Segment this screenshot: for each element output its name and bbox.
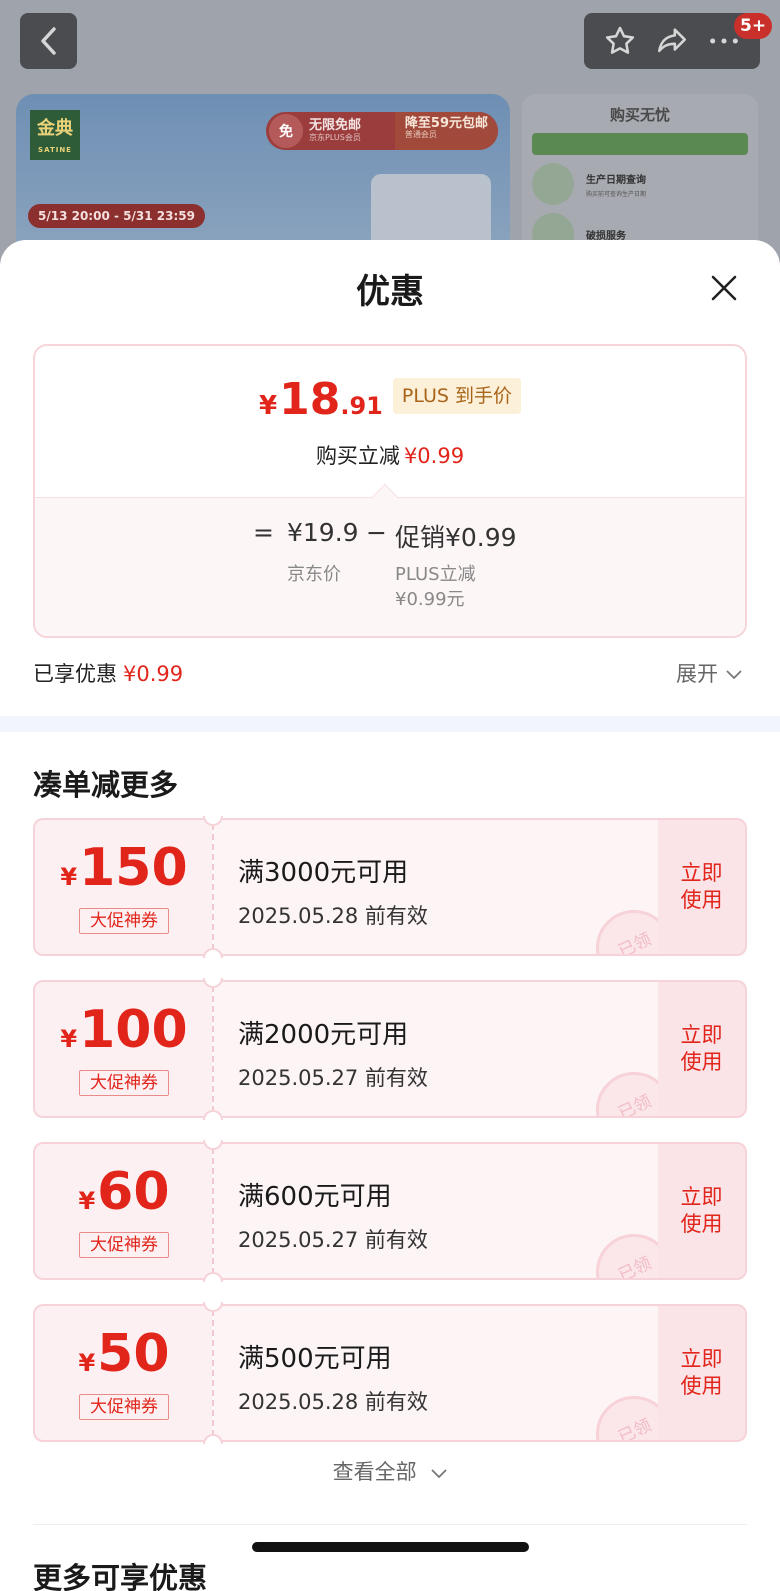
coupon-validity: 2025.05.28 前有效 xyxy=(238,1390,428,1414)
coupon-type-label: 大促神券 xyxy=(79,1070,169,1096)
coupon-validity: 2025.05.27 前有效 xyxy=(238,1228,428,1252)
service-row: 生产日期查询 购买前可查询生产日期 xyxy=(522,155,758,205)
use-now-button[interactable]: 立即使用 xyxy=(658,980,747,1118)
coupon-value-panel: ¥50 大促神券 xyxy=(33,1304,213,1442)
use-now-button[interactable]: 立即使用 xyxy=(658,1304,747,1442)
promo-label: PLUS立减 ¥0.99元 xyxy=(395,564,476,611)
section-separator xyxy=(33,1524,747,1525)
claimed-stamp: 已领 xyxy=(596,1234,658,1278)
star-icon[interactable] xyxy=(603,24,637,58)
coupon-amount: ¥60 xyxy=(78,1162,170,1222)
base-price: ¥19.9 xyxy=(287,518,359,547)
minus-sign: − xyxy=(366,518,387,547)
coupon-value-panel: ¥150 大促神券 xyxy=(33,818,213,956)
back-button[interactable] xyxy=(20,13,77,69)
coupon-condition: 满600元可用 xyxy=(238,1182,392,1212)
product-banner: 金典 SATINE 免 无限免邮 京东PLUS会员 降至59元包邮 普通会员 5… xyxy=(16,94,510,260)
leaf-icon xyxy=(532,163,574,205)
home-indicator[interactable] xyxy=(252,1542,529,1552)
shipping-pill-main: 无限免邮 京东PLUS会员 xyxy=(309,118,362,142)
service-panel-title: 购买无忧 xyxy=(609,106,670,124)
coupon-type-label: 大促神券 xyxy=(79,908,169,934)
equals-sign: = xyxy=(253,518,274,547)
close-button[interactable] xyxy=(702,266,746,310)
plus-price-tag: PLUS 到手价 xyxy=(392,378,521,414)
claimed-stamp: 已领 xyxy=(596,910,658,954)
chevron-left-icon xyxy=(40,27,56,55)
coupon-card[interactable]: ¥60 大促神券 满600元可用 2025.05.27 前有效 已领 立即使用 xyxy=(33,1140,747,1282)
use-now-button[interactable]: 立即使用 xyxy=(658,1142,747,1280)
coupon-validity: 2025.05.28 前有效 xyxy=(238,904,428,928)
final-price: ¥ 18 .91 xyxy=(259,374,383,425)
free-shipping-icon: 免 xyxy=(269,114,303,148)
service-panel-bar xyxy=(532,133,748,155)
price-formula: = ¥19.9 − 促销¥0.99 京东价 PLUS立减 ¥0.99元 xyxy=(35,483,745,636)
chevron-down-icon xyxy=(431,1469,447,1478)
share-icon[interactable] xyxy=(655,24,689,58)
coupon-condition: 满3000元可用 xyxy=(238,858,409,888)
coupon-type-label: 大促神券 xyxy=(79,1232,169,1258)
background-product-page: 5+ 金典 SATINE 免 无限免邮 京东PLUS会员 降至59元包邮 普通会… xyxy=(0,0,780,260)
sheet-title: 优惠 xyxy=(356,272,424,312)
section-title-more: 更多可享优惠 xyxy=(33,1561,208,1591)
coupon-card[interactable]: ¥50 大促神券 满500元可用 2025.05.28 前有效 已领 立即使用 xyxy=(33,1302,747,1444)
discount-sheet: 优惠 ¥ 18 .91 PLUS 到手价 购买立减 ¥0.99 = ¥19.9 −… xyxy=(0,240,780,1591)
base-price-label: 京东价 xyxy=(287,564,341,585)
coupon-type-label: 大促神券 xyxy=(79,1394,169,1420)
coupon-info: 满600元可用 2025.05.27 前有效 已领 xyxy=(214,1142,658,1280)
use-now-button[interactable]: 立即使用 xyxy=(658,818,747,956)
promo-date: 5/13 20:00 - 5/31 23:59 xyxy=(28,204,205,228)
close-icon xyxy=(711,275,737,301)
instant-discount: 购买立减 ¥0.99 xyxy=(315,444,465,468)
coupon-condition: 满2000元可用 xyxy=(238,1020,409,1050)
view-all-button[interactable]: 查看全部 xyxy=(0,1456,780,1486)
promo-amount: 促销¥0.99 xyxy=(395,523,517,552)
coupon-amount: ¥150 xyxy=(60,838,188,898)
coupon-value-panel: ¥100 大促神券 xyxy=(33,980,213,1118)
claimed-stamp: 已领 xyxy=(596,1072,658,1116)
coupon-info: 满2000元可用 2025.05.27 前有效 已领 xyxy=(214,980,658,1118)
message-count-badge: 5+ xyxy=(734,13,773,39)
chevron-down-icon xyxy=(726,670,742,679)
brand-logo: 金典 SATINE xyxy=(30,110,80,160)
coupon-card[interactable]: ¥150 大促神券 满3000元可用 2025.05.28 前有效 已领 立即使… xyxy=(33,816,747,958)
coupon-condition: 满500元可用 xyxy=(238,1344,392,1374)
enjoyed-discount: 已享优惠 ¥0.99 xyxy=(33,662,184,686)
coupon-validity: 2025.05.27 前有效 xyxy=(238,1066,428,1090)
coupon-amount: ¥50 xyxy=(78,1324,170,1384)
claimed-stamp: 已领 xyxy=(596,1396,658,1440)
coupon-card[interactable]: ¥100 大促神券 满2000元可用 2025.05.27 前有效 已领 立即使… xyxy=(33,978,747,1120)
coupon-info: 满3000元可用 2025.05.28 前有效 已领 xyxy=(214,818,658,956)
section-title-coupons: 凑单减更多 xyxy=(33,768,179,802)
price-breakdown-card: ¥ 18 .91 PLUS 到手价 购买立减 ¥0.99 = ¥19.9 − 促销… xyxy=(33,344,747,638)
section-divider xyxy=(0,716,780,732)
coupon-info: 满500元可用 2025.05.28 前有效 已领 xyxy=(214,1304,658,1442)
shipping-pill: 免 无限免邮 京东PLUS会员 降至59元包邮 普通会员 xyxy=(266,112,498,150)
service-panel: 购买无忧 生产日期查询 购买前可查询生产日期 破损服务 xyxy=(522,94,758,260)
shipping-pill-alt: 降至59元包邮 普通会员 xyxy=(394,112,498,150)
coupon-amount: ¥100 xyxy=(60,1000,188,1060)
coupon-value-panel: ¥60 大促神券 xyxy=(33,1142,213,1280)
expand-button[interactable]: 展开 xyxy=(676,658,742,688)
